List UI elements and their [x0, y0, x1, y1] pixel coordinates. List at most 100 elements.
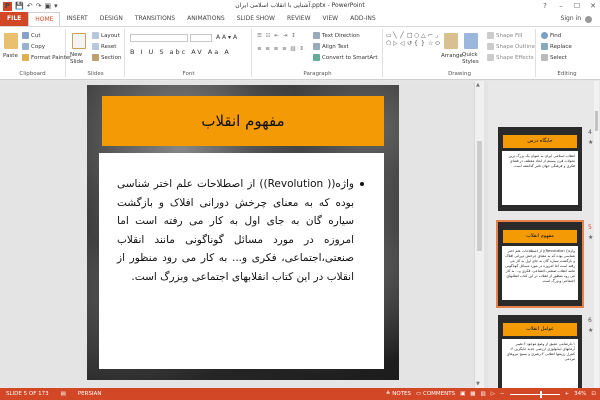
- scroll-down-icon[interactable]: ▼: [476, 381, 480, 387]
- font-size-dropdown[interactable]: [190, 34, 212, 42]
- tab-file[interactable]: FILE: [0, 12, 29, 26]
- arrange-button[interactable]: Arrange: [441, 53, 463, 59]
- tab-design[interactable]: DESIGN: [94, 12, 129, 26]
- ribbon-tabs: FILE HOME INSERT DESIGN TRANSITIONS ANIM…: [0, 12, 600, 26]
- zoom-in-icon[interactable]: +: [565, 391, 570, 397]
- customize-qat-icon[interactable]: ▾: [54, 2, 58, 10]
- shape-right-arrow-icon[interactable]: ▷: [393, 40, 399, 47]
- tab-review[interactable]: REVIEW: [281, 12, 317, 26]
- new-slide-button[interactable]: New Slide: [70, 52, 94, 66]
- align-text-button[interactable]: Align Text: [313, 43, 349, 50]
- shape-ellipse-icon[interactable]: ⬭: [435, 40, 441, 47]
- thumbnail-slide-6[interactable]: عوامل انقلاب ۱-نارضایتی عمیق از وضع موجو…: [498, 315, 582, 388]
- paste-button[interactable]: Paste: [3, 53, 18, 59]
- zoom-slider[interactable]: [509, 390, 560, 398]
- editing-group: Find Replace Select Editing: [537, 29, 597, 77]
- font-name-dropdown[interactable]: [130, 34, 188, 42]
- shape-effects-button[interactable]: Shape Effects: [487, 54, 534, 61]
- tab-insert[interactable]: INSERT: [60, 12, 93, 26]
- redo-icon[interactable]: ↷: [36, 2, 42, 10]
- font-size-adjust-buttons[interactable]: A A ▾ A: [216, 34, 237, 41]
- shape-line2-icon[interactable]: ╱: [400, 32, 406, 39]
- thumbnail-scrollbar[interactable]: [594, 81, 599, 388]
- shape-rectangle-icon[interactable]: ▭: [386, 32, 392, 39]
- shape-brace-right-icon[interactable]: }: [421, 40, 427, 47]
- notes-button[interactable]: ≙ NOTES: [386, 391, 411, 397]
- close-button[interactable]: ✕: [588, 2, 598, 10]
- font-format-buttons[interactable]: B I U S abc AV Aa A: [130, 48, 231, 56]
- tab-home[interactable]: HOME: [28, 12, 61, 26]
- quick-styles-button[interactable]: Quick Styles: [462, 52, 482, 66]
- zoom-level[interactable]: 34%: [574, 391, 586, 397]
- layout-button[interactable]: Layout: [92, 32, 120, 39]
- format-painter-button[interactable]: Format Painter: [22, 54, 71, 61]
- shape-corner-icon[interactable]: ⌟: [435, 32, 441, 39]
- convert-smartart-button[interactable]: Convert to SmartArt: [313, 54, 378, 61]
- save-icon[interactable]: 💾: [15, 2, 24, 10]
- slide-canvas[interactable]: مفهوم انقلاب واژه(( Revolution)) از اصطل…: [87, 85, 399, 380]
- shape-oval-icon[interactable]: ○: [414, 32, 420, 39]
- scrollbar-thumb[interactable]: [477, 141, 482, 251]
- shape-brace-left-icon[interactable]: {: [414, 40, 420, 47]
- copy-button[interactable]: Copy: [22, 43, 45, 50]
- replace-label: Replace: [550, 43, 572, 50]
- thumb-number-4: 4: [588, 129, 592, 136]
- slide-title[interactable]: مفهوم انقلاب: [102, 96, 384, 146]
- section-button[interactable]: Section: [92, 54, 121, 61]
- fit-slide-icon[interactable]: ⊡: [591, 391, 596, 397]
- replace-button[interactable]: Replace: [541, 43, 572, 50]
- shape-outline-button[interactable]: Shape Outline: [487, 43, 535, 50]
- tab-slide-show[interactable]: SLIDE SHOW: [231, 12, 281, 26]
- thumbnail-scrollbar-thumb[interactable]: [595, 111, 598, 131]
- thumbnail-slide-5[interactable]: مفهوم انقلاب واژه(( Revolution)) از اصطل…: [496, 220, 584, 308]
- zoom-out-icon[interactable]: −: [500, 391, 505, 397]
- undo-icon[interactable]: ↶: [27, 2, 33, 10]
- sign-in-label[interactable]: Sign in: [561, 12, 581, 26]
- thumbnail-slide-4[interactable]: جایگاه درس انقلاب اسلامی ایران به عنوان …: [498, 127, 582, 211]
- thumb-title: جایگاه درس: [503, 135, 577, 148]
- reset-button[interactable]: Reset: [92, 43, 116, 50]
- tab-add-ins[interactable]: ADD-INS: [344, 12, 382, 26]
- list-buttons[interactable]: ☰ ☷ ⇤ ⇥ ↕: [257, 33, 297, 39]
- shape-effects-label: Shape Effects: [496, 54, 534, 61]
- slide-body[interactable]: واژه(( Revolution)) از اصطلاحات علم اختر…: [99, 153, 384, 369]
- find-button[interactable]: Find: [541, 32, 561, 39]
- language-indicator[interactable]: PERSIAN: [72, 391, 108, 397]
- cut-button[interactable]: Cut: [22, 32, 40, 39]
- scroll-up-icon[interactable]: ▲: [476, 82, 480, 88]
- shape-fill-button[interactable]: Shape Fill: [487, 32, 522, 39]
- shape-curve-icon[interactable]: ↺: [407, 40, 413, 47]
- select-button[interactable]: Select: [541, 54, 567, 61]
- align-buttons[interactable]: ≡ ≡ ≡ ≡ ▥ ⇕: [257, 46, 305, 52]
- spellcheck-icon[interactable]: ▤: [55, 391, 72, 397]
- slide-scrollbar[interactable]: ▲ ▼: [474, 81, 484, 388]
- comments-button[interactable]: ▭ COMMENTS: [416, 391, 455, 397]
- tab-view[interactable]: VIEW: [317, 12, 345, 26]
- reading-view-icon[interactable]: ▥: [481, 391, 486, 397]
- reset-icon: [92, 43, 99, 50]
- drawing-group: ▭ ╲ ╱ □ ○ △ ⌐ ⌟ ⬠ ▷ ◁ ↺ { } ☆ ⬭ Arrange …: [384, 29, 536, 77]
- slideshow-view-icon[interactable]: ▷: [491, 391, 495, 397]
- shape-square-icon[interactable]: □: [407, 32, 413, 39]
- start-slideshow-icon[interactable]: ▣: [44, 2, 51, 10]
- thumb-star-icon: ★: [588, 139, 594, 146]
- tab-animations[interactable]: ANIMATIONS: [181, 12, 231, 26]
- text-direction-button[interactable]: Text Direction: [313, 32, 360, 39]
- slide-sorter-icon[interactable]: ▦: [470, 391, 475, 397]
- maximize-button[interactable]: ☐: [572, 2, 582, 10]
- shape-left-arrow-icon[interactable]: ◁: [400, 40, 406, 47]
- shape-triangle-icon[interactable]: △: [421, 32, 427, 39]
- shapes-gallery[interactable]: ▭ ╲ ╱ □ ○ △ ⌐ ⌟ ⬠ ▷ ◁ ↺ { } ☆ ⬭: [386, 32, 440, 62]
- shape-pentagon-icon[interactable]: ⬠: [386, 40, 392, 47]
- quick-access-toolbar: P 💾 ↶ ↷ ▣ ▾: [0, 1, 58, 11]
- zoom-slider-handle[interactable]: [539, 390, 542, 398]
- shape-star-icon[interactable]: ☆: [428, 40, 434, 47]
- help-icon[interactable]: ?: [540, 2, 550, 10]
- shape-line-icon[interactable]: ╲: [393, 32, 399, 39]
- normal-view-icon[interactable]: ▣: [460, 391, 465, 397]
- minimize-button[interactable]: –: [556, 2, 566, 10]
- sign-in[interactable]: Sign in: [561, 12, 592, 26]
- window-title: آشنایی با انقلاب اسلامی ایران.pptx - Pow…: [235, 2, 365, 9]
- shape-elbow-icon[interactable]: ⌐: [428, 32, 434, 39]
- tab-transitions[interactable]: TRANSITIONS: [129, 12, 181, 26]
